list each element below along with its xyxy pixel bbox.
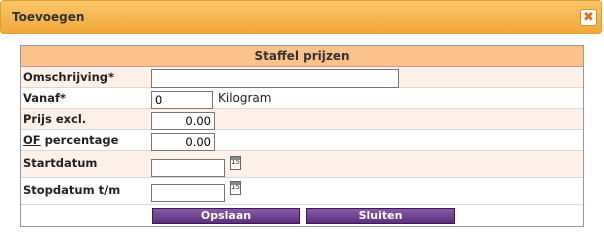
prijs-input[interactable] <box>151 112 215 130</box>
calendar-icon[interactable]: 15 <box>230 181 241 195</box>
calendar-icon[interactable]: 15 <box>230 156 241 170</box>
save-button[interactable]: Opslaan <box>152 208 300 224</box>
row-prijs: Prijs excl. <box>21 109 583 130</box>
percentage-label-suffix: percentage <box>40 133 119 147</box>
vanaf-unit: Kilogram <box>218 91 272 105</box>
close-icon: ✖ <box>583 10 594 25</box>
stopdatum-input[interactable] <box>151 184 225 202</box>
omschrijving-label: Omschrijving* <box>23 70 115 84</box>
close-button[interactable]: ✖ <box>580 9 597 26</box>
percentage-label: OF percentage <box>23 133 118 147</box>
stopdatum-label: Stopdatum t/m <box>23 183 121 197</box>
omschrijving-input[interactable] <box>151 69 399 88</box>
row-stopdatum: Stopdatum t/m 15 <box>21 178 583 205</box>
staffel-prijzen-panel: Staffel prijzen Omschrijving* Vanaf* Kil… <box>20 45 584 227</box>
row-percentage: OF percentage <box>21 130 583 151</box>
vanaf-label: Vanaf* <box>23 91 66 105</box>
percentage-label-prefix: OF <box>23 133 41 147</box>
startdatum-input[interactable] <box>151 159 225 177</box>
row-omschrijving: Omschrijving* <box>21 67 583 88</box>
vanaf-input[interactable] <box>151 91 213 109</box>
dialog-titlebar: Toevoegen ✖ <box>0 0 602 34</box>
startdatum-label: Startdatum <box>23 156 98 170</box>
dialog-title: Toevoegen <box>12 10 85 24</box>
row-vanaf: Vanaf* Kilogram <box>21 88 583 109</box>
close-form-button[interactable]: Sluiten <box>306 208 455 224</box>
panel-header: Staffel prijzen <box>21 46 583 67</box>
prijs-label: Prijs excl. <box>23 112 87 126</box>
row-startdatum: Startdatum 15 <box>21 151 583 178</box>
percentage-input[interactable] <box>151 133 215 151</box>
